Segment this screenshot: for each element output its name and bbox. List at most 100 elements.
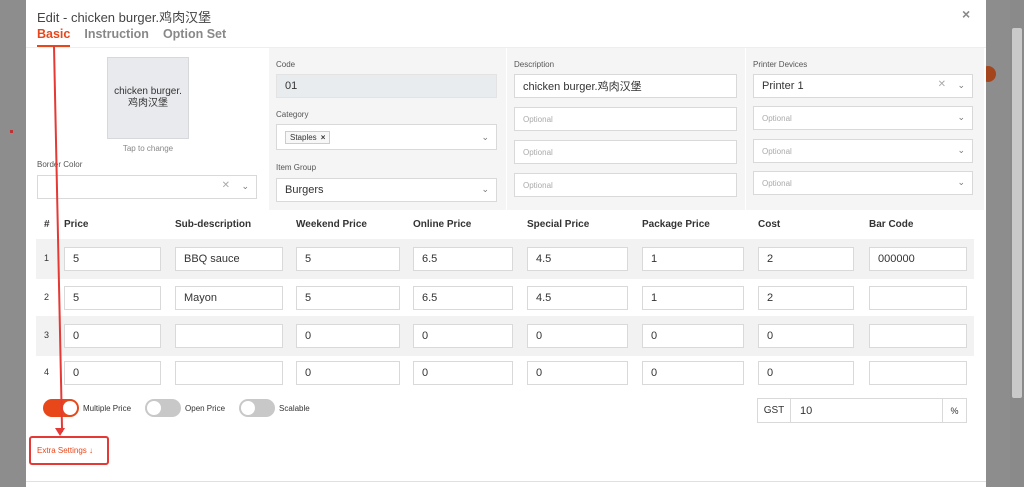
chevron-down-icon: ⌄	[481, 184, 489, 194]
extra-settings-link[interactable]: Extra Settings ↓	[37, 446, 93, 455]
toggle-knob	[147, 401, 162, 415]
price-input[interactable]: 0	[64, 361, 161, 385]
description-field-3[interactable]: Optional	[514, 140, 737, 164]
clear-icon[interactable]: ✕	[222, 180, 230, 191]
description-field-2[interactable]: Optional	[514, 107, 737, 131]
tab-instruction[interactable]: Instruction	[84, 27, 149, 47]
close-icon[interactable]: ×	[962, 6, 970, 22]
printer-label: Printer Devices	[753, 60, 808, 69]
printer-select-4[interactable]: Optional ⌄	[753, 171, 973, 195]
weekend-price-input[interactable]: 0	[296, 324, 400, 348]
row-number: 3	[44, 330, 50, 340]
online-price-input[interactable]: 6.5	[413, 286, 513, 310]
column-header: Weekend Price	[296, 219, 367, 230]
special-price-input[interactable]: 4.5	[527, 286, 628, 310]
row-number: 1	[44, 253, 50, 263]
code-label: Code	[276, 60, 296, 69]
placeholder: Optional	[523, 147, 553, 157]
gst-field[interactable]: GST 10 %	[757, 398, 967, 423]
special-price-input[interactable]: 0	[527, 361, 628, 385]
cost-input[interactable]: 2	[758, 247, 854, 271]
column-header: Sub-description	[175, 219, 252, 230]
price-input[interactable]: 0	[64, 324, 161, 348]
table-row: 3 0 0 0 0 0 0	[36, 316, 974, 356]
background-mark	[10, 130, 13, 133]
scroll-thumb[interactable]	[1012, 28, 1022, 398]
tab-option-set[interactable]: Option Set	[163, 27, 226, 47]
package-price-input[interactable]: 0	[642, 361, 744, 385]
placeholder: Optional	[762, 113, 792, 123]
cost-input[interactable]: 2	[758, 286, 854, 310]
image-text: chicken burger.	[114, 85, 182, 97]
edit-item-modal: Edit - chicken burger.鸡肉汉堡 × Basic Instr…	[26, 0, 986, 487]
remove-tag-icon[interactable]: ×	[321, 133, 326, 142]
price-input[interactable]: 5	[64, 286, 161, 310]
gst-label: GST	[758, 399, 791, 422]
weekend-price-input[interactable]: 0	[296, 361, 400, 385]
bar-code-input[interactable]	[869, 324, 967, 348]
bar-code-input[interactable]: 000000	[869, 247, 967, 271]
clear-icon[interactable]: ✕	[938, 79, 946, 90]
printer-select-2[interactable]: Optional ⌄	[753, 106, 973, 130]
code-value: 01	[285, 80, 298, 92]
row-number: 4	[44, 367, 50, 377]
toggle-knob	[63, 401, 77, 415]
open-price-toggle[interactable]	[145, 399, 182, 417]
table-row: 2 5 Mayon 5 6.5 4.5 1 2	[36, 278, 974, 318]
online-price-input[interactable]: 0	[413, 361, 513, 385]
special-price-input[interactable]: 4.5	[527, 247, 628, 271]
chevron-down-icon: ⌄	[481, 132, 489, 142]
row-number: 2	[44, 292, 50, 302]
gst-value[interactable]: 10	[791, 405, 942, 417]
sub-description-input[interactable]	[175, 324, 283, 348]
toggle-label: Multiple Price	[83, 403, 132, 413]
column-header: Price	[64, 219, 89, 230]
description-field[interactable]: chicken burger.鸡肉汉堡	[514, 74, 737, 98]
printer-select-1[interactable]: Printer 1 ✕ ⌄	[753, 74, 973, 98]
weekend-price-input[interactable]: 5	[296, 247, 400, 271]
sub-description-input[interactable]	[175, 361, 283, 385]
placeholder: Optional	[523, 180, 553, 190]
package-price-input[interactable]: 1	[642, 247, 744, 271]
divider	[26, 481, 986, 482]
sub-description-input[interactable]: Mayon	[175, 286, 283, 310]
tag-label: Staples	[290, 132, 317, 142]
package-price-input[interactable]: 1	[642, 286, 744, 310]
weekend-price-input[interactable]: 5	[296, 286, 400, 310]
category-tag: Staples ×	[285, 130, 331, 144]
online-price-input[interactable]: 0	[413, 324, 513, 348]
border-color-select[interactable]: ✕ ⌄	[37, 175, 257, 199]
printer-select-3[interactable]: Optional ⌄	[753, 139, 973, 163]
bar-code-input[interactable]	[869, 286, 967, 310]
special-price-input[interactable]: 0	[527, 324, 628, 348]
table-row: 1 5 BBQ sauce 5 6.5 4.5 1 2 000000	[36, 239, 974, 279]
sub-description-input[interactable]: BBQ sauce	[175, 247, 283, 271]
description-field-4[interactable]: Optional	[514, 173, 737, 197]
scalable-toggle[interactable]	[239, 399, 276, 417]
bar-code-input[interactable]	[869, 361, 967, 385]
cost-input[interactable]: 0	[758, 324, 854, 348]
code-field: 01	[276, 74, 497, 98]
item-image-button[interactable]: chicken burger. 鸡肉汉堡	[107, 57, 189, 139]
price-options: Multiple Price Open Price Scalable	[43, 399, 324, 417]
toggle-label: Open Price	[185, 403, 226, 413]
tab-basic[interactable]: Basic	[37, 27, 71, 47]
backdrop	[0, 0, 26, 487]
category-select[interactable]: Staples × ⌄	[276, 124, 497, 150]
annotation-arrow-head	[55, 428, 65, 436]
column-header: Bar Code	[869, 219, 914, 230]
border-color-label: Border Color	[37, 160, 83, 169]
placeholder: Optional	[762, 178, 792, 188]
table-row: 4 0 0 0 0 0 0	[36, 353, 974, 393]
column-header: #	[44, 219, 50, 230]
column-header: Package Price	[642, 219, 710, 230]
description-label: Description	[514, 60, 555, 69]
cost-input[interactable]: 0	[758, 361, 854, 385]
package-price-input[interactable]: 0	[642, 324, 744, 348]
price-input[interactable]: 5	[64, 247, 161, 271]
item-group-value: Burgers	[285, 184, 324, 196]
item-group-select[interactable]: Burgers ⌄	[276, 178, 497, 202]
chevron-down-icon: ⌄	[241, 181, 249, 191]
column-header: Online Price	[413, 219, 472, 230]
online-price-input[interactable]: 6.5	[413, 247, 513, 271]
